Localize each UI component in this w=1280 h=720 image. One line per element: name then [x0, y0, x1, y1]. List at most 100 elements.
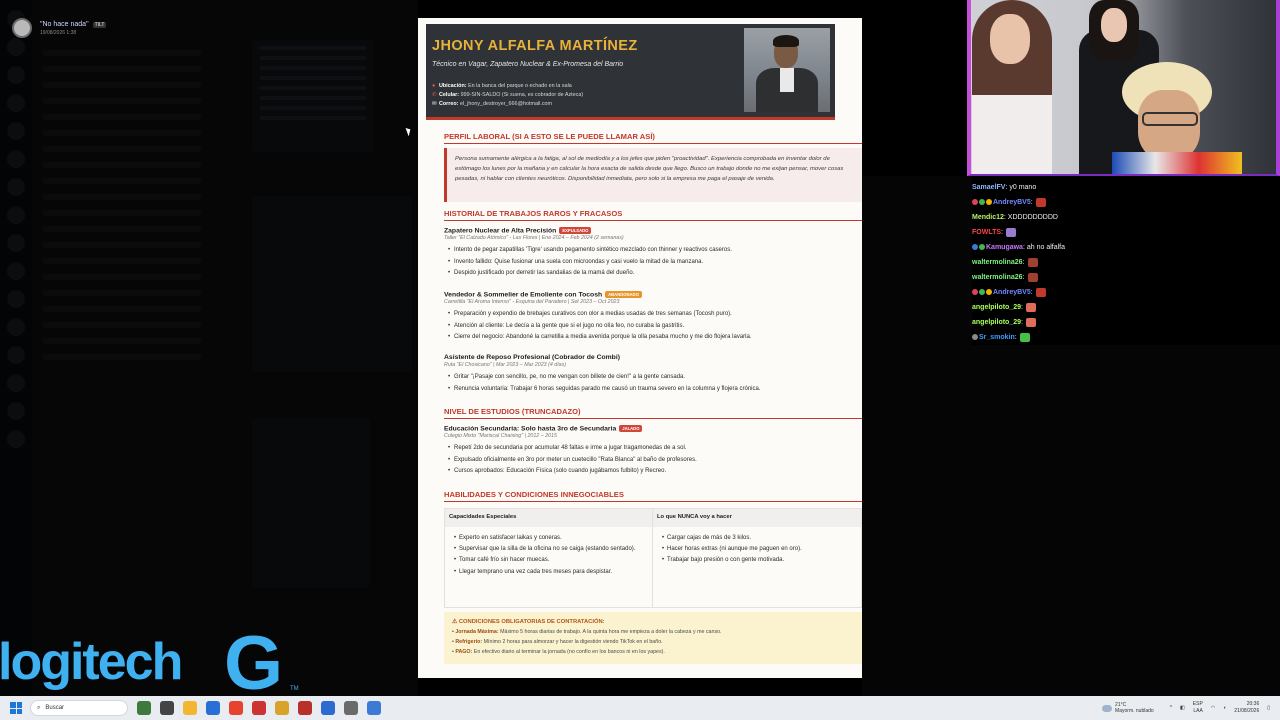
emote-icon — [1025, 317, 1036, 327]
avatar[interactable] — [12, 18, 32, 38]
chat-badge-icon — [972, 199, 978, 206]
profile-text: Persona sumamente alérgica a la fatiga, … — [444, 148, 862, 202]
list-item: Cierre del negocio: Abandoné la carretil… — [444, 332, 862, 344]
wifi-icon[interactable]: ◠ — [1211, 705, 1215, 711]
chat-message: angelpiloto_29: — [972, 300, 1272, 315]
job-subtitle: Carretilla "El Aroma Intenso" - Esquina … — [444, 299, 620, 306]
skills-table: Capacidades Especiales Experto en satisf… — [444, 508, 862, 608]
chat-text: : — [1022, 274, 1025, 281]
phone-icon: ✆ — [432, 92, 437, 98]
taskbar-app-icon[interactable] — [229, 701, 243, 715]
mail-icon: ✉ — [432, 101, 437, 107]
username[interactable]: "No hace nada" — [40, 21, 89, 28]
chat-username[interactable]: FOWLTS — [972, 229, 1001, 236]
search-input[interactable]: ⌕ Buscar — [30, 700, 128, 716]
taskbar-app-icon[interactable] — [344, 701, 358, 715]
brand-text: logitech — [0, 633, 183, 691]
windows-start-icon[interactable] — [10, 702, 22, 714]
list-item: Invento fallido: Quise fusionar una suel… — [444, 257, 862, 269]
chat-text: : — [1014, 334, 1017, 341]
job-entry: Asistente de Reposo Profesional (Cobrado… — [444, 354, 862, 395]
cv-name: JHONY ALFALFA MARTÍNEZ — [432, 38, 638, 54]
table-header: Capacidades Especiales — [445, 509, 652, 527]
taskbar-app-icon[interactable] — [183, 701, 197, 715]
chat-text: : — [1030, 289, 1033, 296]
screen: "No hace nada" TILT 19/08/2026 1:38 JHONY… — [0, 0, 1280, 720]
taskbar-app-icon[interactable] — [137, 701, 151, 715]
status-badge: ABANDONADO — [605, 291, 642, 298]
job-subtitle: Ruta "El Chosicano" | Mar 2023 – Mar 202… — [444, 362, 567, 368]
chat-text: : — [1022, 259, 1025, 266]
chat-username[interactable]: AndreyBV5 — [993, 199, 1031, 206]
taskbar-app-icon[interactable] — [160, 701, 174, 715]
emote-icon — [1025, 302, 1036, 312]
conditions-box: ⚠ CONDICIONES OBLIGATORIAS DE CONTRATACI… — [444, 612, 862, 664]
chat-message: angelpiloto_29: — [972, 315, 1272, 330]
list-item: Intento de pegar zapatillas 'Tigre' usan… — [444, 245, 862, 257]
list-item: Llegar temprano una vez cada tres meses … — [445, 567, 652, 578]
cloud-icon — [1102, 704, 1113, 712]
job-subtitle: Taller "El Calzado Atómico" - Las Flores… — [444, 235, 624, 242]
taskbar-app-icon[interactable] — [252, 701, 266, 715]
taskbar-app-icon[interactable] — [298, 701, 312, 715]
chat-username[interactable]: angelpiloto_29 — [972, 304, 1021, 311]
job-title: Vendedor & Sommelier de Emoliente con To… — [444, 291, 603, 299]
chat-badge-icon — [979, 199, 985, 206]
clock[interactable]: 20:36 21/08/2026 — [1234, 701, 1259, 715]
chat-badge-icon — [979, 289, 985, 296]
brand-g-icon: G — [224, 621, 284, 706]
chat-username[interactable]: angelpiloto_29 — [972, 319, 1021, 326]
job-title: Asistente de Reposo Profesional (Cobrado… — [444, 354, 620, 361]
profile-photo — [744, 28, 830, 112]
list-item: Hacer horas extras (ni aunque me paguen … — [653, 544, 861, 555]
background-app: "No hace nada" TILT 19/08/2026 1:38 — [0, 0, 418, 696]
list-item: Renuncia voluntaria: Trabajar 6 horas se… — [444, 384, 862, 396]
emote-icon — [1035, 197, 1046, 207]
trademark: TM — [290, 686, 299, 692]
chat-username[interactable]: waltermolina26 — [972, 274, 1023, 281]
emote-icon — [1005, 227, 1016, 237]
notification-icon[interactable]: ▯ — [1267, 705, 1270, 711]
chat-badge-icon — [972, 334, 978, 341]
volume-icon[interactable]: ◖ — [1223, 705, 1226, 711]
taskbar-app-icon[interactable] — [206, 701, 220, 715]
job-entry: Vendedor & Sommelier de Emoliente con To… — [444, 291, 862, 344]
webcam-feed — [967, 0, 1280, 176]
network-icon[interactable]: ◧ — [1180, 705, 1185, 711]
taskbar-app-icon[interactable] — [367, 701, 381, 715]
status-badge: JALADO — [619, 425, 643, 432]
chat-text: : ah no alfalfa — [1022, 244, 1065, 251]
chat-message: Kamugawa: ah no alfalfa — [972, 240, 1272, 255]
chevron-up-icon[interactable]: ^ — [1170, 705, 1172, 711]
system-tray: 21°C Mayorm. nublado ^ ◧ ESP LAA ◠ ◖ 20:36… — [1102, 696, 1270, 720]
taskbar-app-icon[interactable] — [321, 701, 335, 715]
chat-message: waltermolina26: — [972, 270, 1272, 285]
chat-text: : — [1030, 199, 1033, 206]
chat-username[interactable]: SamaelFV — [972, 184, 1005, 191]
chat-message: Mendic12: XDDDDDDDDD — [972, 210, 1272, 225]
education-entry: Educación Secundaria: Solo hasta 3ro de … — [444, 425, 862, 478]
chat-username[interactable]: AndreyBV5 — [993, 289, 1031, 296]
language-indicator[interactable]: ESP LAA — [1193, 701, 1203, 715]
list-item: Cargar cajas de más de 3 kilos. — [653, 533, 861, 544]
background-panel — [972, 345, 1280, 696]
search-icon: ⌕ — [37, 704, 41, 711]
stream-user-header: "No hace nada" TILT 19/08/2026 1:38 — [12, 18, 107, 38]
chat-username[interactable]: Sr_smokin — [979, 334, 1015, 341]
chat-username[interactable]: Mendic12 — [972, 214, 1004, 221]
conditions-heading: CONDICIONES OBLIGATORIAS DE CONTRATACIÓN… — [458, 619, 605, 625]
chat-badge-icon — [979, 244, 985, 251]
chat-username[interactable]: Kamugawa — [986, 244, 1023, 251]
list-item: Despido justificado por derretir las san… — [444, 268, 862, 280]
education-title: Educación Secundaria: Solo hasta 3ro de … — [444, 425, 617, 433]
condition-line: • Jornada Máxima: Máximo 5 horas diarias… — [452, 629, 722, 635]
section-history-heading: HISTORIAL DE TRABAJOS RAROS Y FRACASOS — [444, 209, 862, 221]
user-tag: TILT — [92, 21, 107, 28]
weather-widget[interactable]: 21°C Mayorm. nublado — [1102, 702, 1154, 714]
chat-username[interactable]: waltermolina26 — [972, 259, 1023, 266]
contact-email: ✉ Correo: el_jhony_destroyer_666@hotmail.… — [432, 101, 553, 107]
chat-badge-icon — [986, 199, 992, 206]
taskbar-app-icon[interactable] — [275, 701, 289, 715]
status-badge: EXPULSADO — [559, 227, 592, 234]
warning-icon: ⚠ — [452, 619, 458, 625]
